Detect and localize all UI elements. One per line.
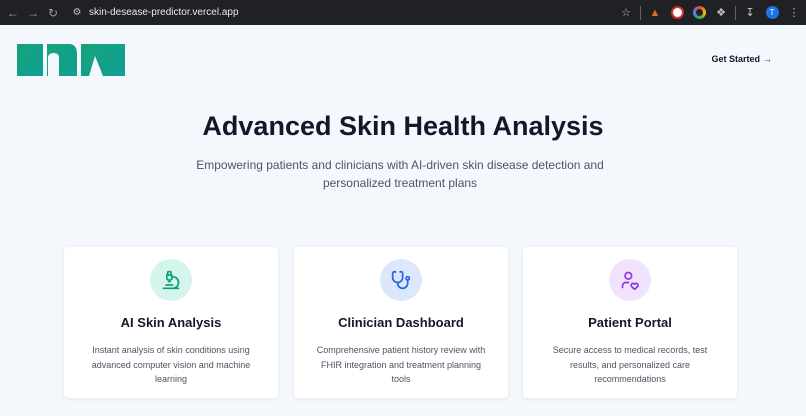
address-bar[interactable]: ⚙ skin-desease-predictor.vercel.app	[69, 3, 618, 22]
user-heart-icon	[609, 259, 651, 301]
logo-mark-icon	[17, 44, 125, 76]
stethoscope-icon	[380, 259, 422, 301]
browser-toolbar: ← → ↻ ⚙ skin-desease-predictor.vercel.ap…	[0, 0, 806, 25]
more-menu-icon[interactable]: ⋮	[786, 5, 802, 21]
card-title: Clinician Dashboard	[338, 315, 464, 330]
extension-color-ring-icon[interactable]	[691, 5, 707, 21]
card-title: Patient Portal	[588, 315, 672, 330]
get-started-link[interactable]: Get Started →	[711, 54, 772, 64]
toolbar-divider	[735, 5, 736, 20]
extension-fox-icon[interactable]: ▲	[647, 5, 663, 21]
site-info-icon[interactable]: ⚙	[69, 5, 85, 21]
profile-avatar[interactable]: T	[764, 5, 780, 21]
hero-title: Advanced Skin Health Analysis	[202, 111, 604, 141]
get-started-label: Get Started	[711, 54, 760, 64]
download-icon[interactable]: ↧	[742, 5, 758, 21]
bookmark-star-icon[interactable]: ☆	[618, 5, 634, 21]
arrow-right-icon: →	[763, 54, 772, 64]
site-logo[interactable]	[17, 44, 125, 81]
card-description: Comprehensive patient history review wit…	[316, 345, 486, 384]
card-description: Instant analysis of skin conditions usin…	[91, 345, 251, 384]
feature-card-clinician-dashboard[interactable]: Clinician Dashboard Comprehensive patien…	[294, 247, 508, 398]
hero-subtitle: Empowering patients and clinicians with …	[196, 158, 604, 190]
toolbar-divider	[640, 5, 641, 20]
card-description: Secure access to medical records, test r…	[552, 345, 708, 384]
card-title: AI Skin Analysis	[120, 315, 222, 330]
forward-arrow-icon[interactable]: →	[23, 3, 43, 23]
extensions-puzzle-icon[interactable]: ❖	[713, 5, 729, 21]
microscope-icon	[150, 259, 192, 301]
feature-card-patient-portal[interactable]: Patient Portal Secure access to medical …	[523, 247, 737, 398]
reload-icon[interactable]: ↻	[43, 3, 63, 23]
feature-card-ai-skin-analysis[interactable]: AI Skin Analysis Instant analysis of ski…	[64, 247, 278, 398]
url-text: skin-desease-predictor.vercel.app	[89, 7, 239, 18]
extension-red-icon[interactable]	[669, 5, 685, 21]
back-arrow-icon[interactable]: ←	[3, 3, 23, 23]
